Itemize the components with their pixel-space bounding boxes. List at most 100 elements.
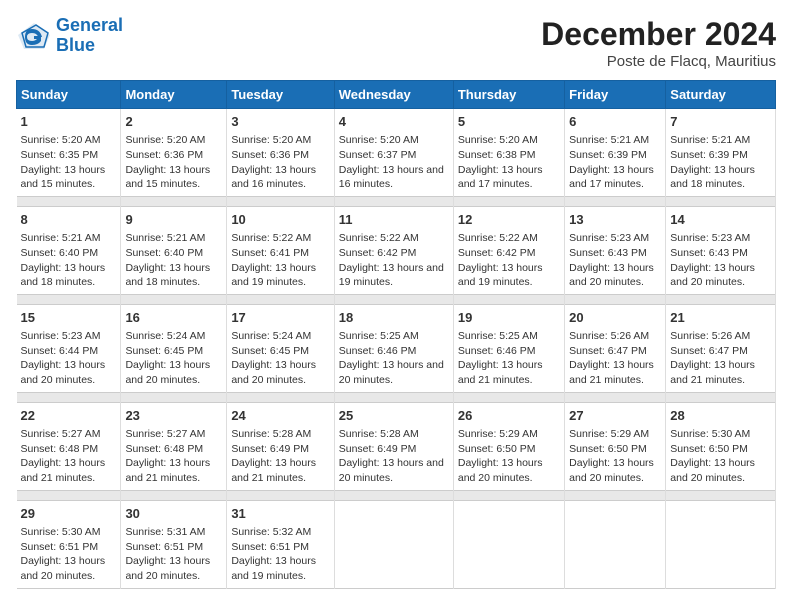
day-number: 6 <box>569 113 661 131</box>
calendar-cell: 9Sunrise: 5:21 AMSunset: 6:40 PMDaylight… <box>121 206 227 294</box>
calendar-cell: 22Sunrise: 5:27 AMSunset: 6:48 PMDayligh… <box>17 402 121 490</box>
sunset-label: Sunset: 6:41 PM <box>231 247 309 259</box>
sunset-label: Sunset: 6:51 PM <box>21 541 99 553</box>
day-number: 18 <box>339 309 449 327</box>
day-number: 10 <box>231 211 329 229</box>
sunrise-label: Sunrise: 5:23 AM <box>21 330 101 342</box>
daylight-label: Daylight: 13 hours and 20 minutes. <box>670 262 755 289</box>
header-thursday: Thursday <box>453 81 564 109</box>
week-separator <box>17 294 776 304</box>
daylight-label: Daylight: 13 hours and 21 minutes. <box>125 457 210 484</box>
header-wednesday: Wednesday <box>334 81 453 109</box>
sunset-label: Sunset: 6:37 PM <box>339 149 417 161</box>
sunset-label: Sunset: 6:42 PM <box>339 247 417 259</box>
sunset-label: Sunset: 6:48 PM <box>125 443 203 455</box>
sunrise-label: Sunrise: 5:25 AM <box>458 330 538 342</box>
calendar-cell: 11Sunrise: 5:22 AMSunset: 6:42 PMDayligh… <box>334 206 453 294</box>
calendar-cell: 3 Sunrise: 5:20 AM Sunset: 6:36 PM Daylight… <box>227 109 334 197</box>
sunset-label: Sunset: 6:47 PM <box>670 345 748 357</box>
sunrise-label: Sunrise: 5:25 AM <box>339 330 419 342</box>
calendar-table: Sunday Monday Tuesday Wednesday Thursday… <box>16 80 776 589</box>
calendar-cell: 17Sunrise: 5:24 AMSunset: 6:45 PMDayligh… <box>227 304 334 392</box>
daylight-label: Daylight: 13 hours and 20 minutes. <box>339 359 444 386</box>
sunset-label: Sunset: 6:35 PM <box>21 149 99 161</box>
daylight-label: Daylight: 13 hours and 20 minutes. <box>21 359 106 386</box>
daylight-label: Daylight: 13 hours and 18 minutes. <box>670 164 755 191</box>
day-number: 12 <box>458 211 560 229</box>
sunset-label: Sunset: 6:42 PM <box>458 247 536 259</box>
sunset-label: Sunset: 6:36 PM <box>231 149 309 161</box>
calendar-cell: 8Sunrise: 5:21 AMSunset: 6:40 PMDaylight… <box>17 206 121 294</box>
day-number: 3 <box>231 113 329 131</box>
day-number: 14 <box>670 211 771 229</box>
daylight-label: Daylight: 13 hours and 20 minutes. <box>569 262 654 289</box>
sunrise-label: Sunrise: 5:28 AM <box>339 428 419 440</box>
calendar-cell <box>334 500 453 588</box>
sunset-label: Sunset: 6:47 PM <box>569 345 647 357</box>
calendar-cell <box>565 500 666 588</box>
calendar-cell: 23Sunrise: 5:27 AMSunset: 6:48 PMDayligh… <box>121 402 227 490</box>
header-saturday: Saturday <box>666 81 776 109</box>
day-number: 17 <box>231 309 329 327</box>
daylight-label: Daylight: 13 hours and 16 minutes. <box>339 164 444 191</box>
daylight-label: Daylight: 13 hours and 21 minutes. <box>458 359 543 386</box>
calendar-cell: 24Sunrise: 5:28 AMSunset: 6:49 PMDayligh… <box>227 402 334 490</box>
day-number: 22 <box>21 407 117 425</box>
day-number: 21 <box>670 309 771 327</box>
calendar-cell <box>453 500 564 588</box>
daylight-label: Daylight: 13 hours and 20 minutes. <box>125 555 210 582</box>
sunset-label: Sunset: 6:38 PM <box>458 149 536 161</box>
week-separator <box>17 196 776 206</box>
sunrise-label: Sunrise: 5:22 AM <box>458 232 538 244</box>
header-sunday: Sunday <box>17 81 121 109</box>
sunset-label: Sunset: 6:46 PM <box>339 345 417 357</box>
daylight-label: Daylight: 13 hours and 21 minutes. <box>569 359 654 386</box>
sunset-label: Sunset: 6:50 PM <box>569 443 647 455</box>
day-number: 24 <box>231 407 329 425</box>
calendar-cell: 31Sunrise: 5:32 AMSunset: 6:51 PMDayligh… <box>227 500 334 588</box>
day-number: 27 <box>569 407 661 425</box>
day-number: 19 <box>458 309 560 327</box>
sunrise-label: Sunrise: 5:26 AM <box>569 330 649 342</box>
calendar-cell: 19Sunrise: 5:25 AMSunset: 6:46 PMDayligh… <box>453 304 564 392</box>
sunrise-label: Sunrise: 5:28 AM <box>231 428 311 440</box>
calendar-week-row: 22 Sunrise: 5:27 AM Sunset: 6:48 PM Dayligh… <box>17 402 776 490</box>
day-number: 9 <box>125 211 222 229</box>
calendar-cell: 28Sunrise: 5:30 AMSunset: 6:50 PMDayligh… <box>666 402 776 490</box>
sunrise-label: Sunrise: 5:29 AM <box>458 428 538 440</box>
title-block: December 2024 Poste de Flacq, Mauritius <box>541 16 776 70</box>
daylight-label: Daylight: 13 hours and 21 minutes. <box>21 457 106 484</box>
calendar-week-row: 1Sunrise: 5:20 AMSunset: 6:35 PMDaylight… <box>17 109 776 197</box>
logo-text: General Blue <box>56 16 123 56</box>
sunset-label: Sunset: 6:50 PM <box>458 443 536 455</box>
sunrise-label: Sunrise: 5:20 AM <box>231 134 311 146</box>
sunset-label: Sunset: 6:50 PM <box>670 443 748 455</box>
sunrise-label: Sunrise: 5:20 AM <box>125 134 205 146</box>
day-number: 20 <box>569 309 661 327</box>
day-number: 4 <box>339 113 449 131</box>
calendar-cell: 30Sunrise: 5:31 AMSunset: 6:51 PMDayligh… <box>121 500 227 588</box>
sunrise-label: Sunrise: 5:27 AM <box>21 428 101 440</box>
logo-blue: Blue <box>56 35 95 55</box>
calendar-cell: 14Sunrise: 5:23 AMSunset: 6:43 PMDayligh… <box>666 206 776 294</box>
sunset-label: Sunset: 6:45 PM <box>125 345 203 357</box>
calendar-cell: 4Sunrise: 5:20 AMSunset: 6:37 PMDaylight… <box>334 109 453 197</box>
sunrise-label: Sunrise: 5:29 AM <box>569 428 649 440</box>
sunrise-label: Sunrise: 5:23 AM <box>670 232 750 244</box>
daylight-label: Daylight: 13 hours and 20 minutes. <box>231 359 316 386</box>
daylight-label: Daylight: 13 hours and 17 minutes. <box>569 164 654 191</box>
calendar-cell: 25Sunrise: 5:28 AMSunset: 6:49 PMDayligh… <box>334 402 453 490</box>
header-monday: Monday <box>121 81 227 109</box>
day-number: 23 <box>125 407 222 425</box>
daylight-label: Daylight: 13 hours and 19 minutes. <box>231 262 316 289</box>
sunrise-label: Sunrise: 5:26 AM <box>670 330 750 342</box>
daylight-label: Daylight: 13 hours and 16 minutes. <box>231 164 316 191</box>
sunset-label: Sunset: 6:36 PM <box>125 149 203 161</box>
day-number: 11 <box>339 211 449 229</box>
calendar-week-row: 8Sunrise: 5:21 AMSunset: 6:40 PMDaylight… <box>17 206 776 294</box>
calendar-cell: 21Sunrise: 5:26 AMSunset: 6:47 PMDayligh… <box>666 304 776 392</box>
calendar-cell: 1Sunrise: 5:20 AMSunset: 6:35 PMDaylight… <box>17 109 121 197</box>
day-number: 16 <box>125 309 222 327</box>
sunset-label: Sunset: 6:39 PM <box>569 149 647 161</box>
sunrise-label: Sunrise: 5:24 AM <box>125 330 205 342</box>
